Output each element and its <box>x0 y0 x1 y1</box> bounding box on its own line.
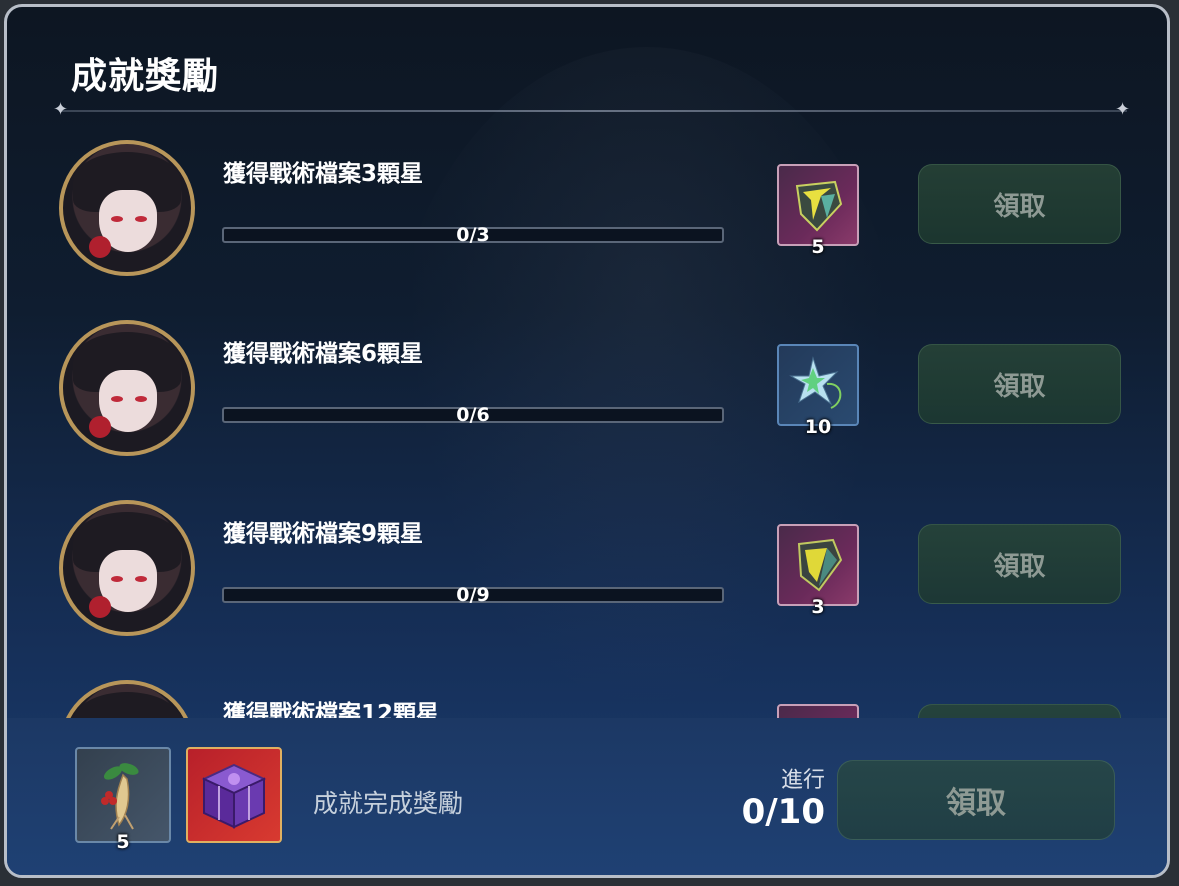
achievement-rewards-panel: 成就獎勵 ✦ ✦ 獲得戰術檔案3顆星 0/3 5 領取 獲得戰術檔案6顆星 0/… <box>4 4 1170 878</box>
reward-count: 3 <box>811 596 825 618</box>
sparkle-icon: ✦ <box>1115 99 1131 120</box>
yellow-crystal-icon <box>797 538 843 592</box>
yellow-crystal-icon <box>795 180 843 232</box>
star-charm-icon <box>789 356 842 409</box>
character-avatar <box>59 140 195 276</box>
claim-button[interactable]: 領取 <box>918 164 1121 244</box>
quest-name: 獲得戰術檔案9顆星 <box>223 521 424 547</box>
completion-reward-footer: 5 成就完成獎勵 進行 0/10 領取 <box>7 718 1167 875</box>
panel-title: 成就獎勵 <box>71 56 220 97</box>
claim-all-button[interactable]: 領取 <box>837 760 1115 840</box>
quest-name: 獲得戰術檔案6顆星 <box>223 341 424 367</box>
quest-row: 獲得戰術檔案9顆星 0/9 3 領取 <box>7 500 1167 650</box>
reward-count: 5 <box>811 236 825 258</box>
progress-value: 0/10 <box>741 792 825 832</box>
title-divider <box>59 110 1127 112</box>
reward-item[interactable] <box>186 747 282 843</box>
quest-name: 獲得戰術檔案3顆星 <box>223 161 424 187</box>
reward-count: 5 <box>116 831 130 853</box>
progress-label: 進行 <box>780 768 825 793</box>
character-avatar <box>59 500 195 636</box>
reward-item[interactable]: 3 <box>777 524 859 618</box>
ginseng-herb-icon <box>101 763 139 830</box>
claim-button[interactable]: 領取 <box>918 344 1121 424</box>
purple-chest-icon <box>201 763 267 829</box>
reward-count: 10 <box>804 416 832 438</box>
reward-item[interactable]: 5 <box>777 164 859 258</box>
sparkle-icon: ✦ <box>53 99 69 120</box>
progress-text: 0/3 <box>456 224 490 246</box>
reward-item[interactable]: 10 <box>777 344 859 438</box>
quest-row: 獲得戰術檔案6顆星 0/6 10 領取 <box>7 320 1167 470</box>
claim-button[interactable]: 領取 <box>918 524 1121 604</box>
progress-text: 0/9 <box>456 584 490 606</box>
completion-reward-label: 成就完成獎勵 <box>313 789 464 818</box>
quest-row: 獲得戰術檔案3顆星 0/3 5 領取 <box>7 140 1167 290</box>
character-avatar <box>59 320 195 456</box>
reward-item[interactable]: 5 <box>75 747 171 853</box>
background-edge <box>1170 0 1179 886</box>
progress-text: 0/6 <box>456 404 490 426</box>
